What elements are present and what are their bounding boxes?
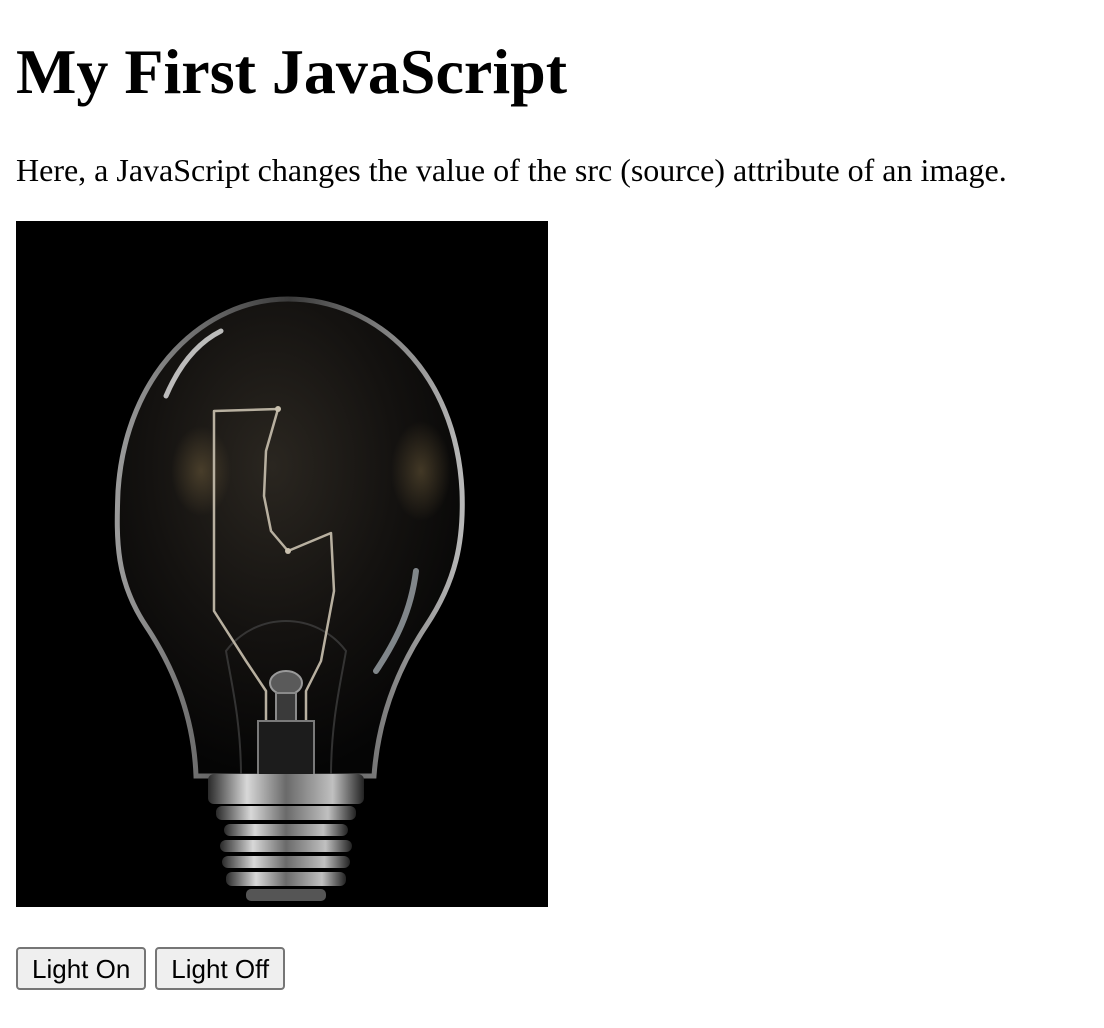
button-row: Light On Light Off	[16, 947, 286, 990]
page-description: Here, a JavaScript changes the value of …	[16, 152, 1007, 188]
lightbulb-off-icon	[114, 296, 465, 901]
light-on-button[interactable]: Light On	[16, 947, 147, 990]
page-heading: My First JavaScript	[16, 36, 567, 107]
lightbulb-image	[16, 221, 548, 907]
light-off-button[interactable]: Light Off	[155, 947, 286, 990]
